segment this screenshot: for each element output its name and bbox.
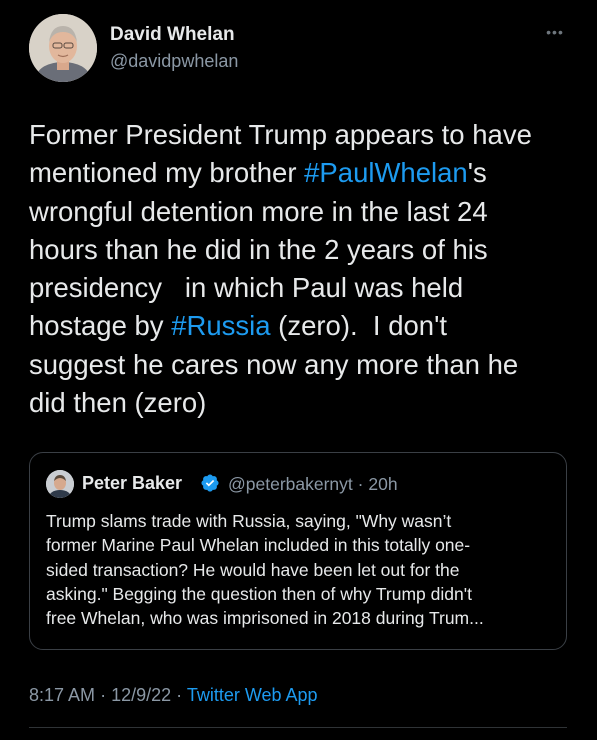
- tweet-source-app[interactable]: Twitter Web App: [187, 685, 318, 705]
- hashtag-link[interactable]: #Russia: [171, 310, 270, 341]
- tweet-footer: 8:17 AM · 12/9/22 · Twitter Web App: [29, 685, 318, 706]
- author-avatar-image: [29, 14, 97, 82]
- tweet-text-line: mentioned my brother #PaulWhelan's: [29, 154, 577, 192]
- verified-badge-icon: [201, 474, 219, 492]
- quoted-tweet-text: Trump slams trade with Russia, saying, "…: [46, 509, 556, 630]
- tweet-text-segment: hostage by: [29, 310, 172, 342]
- quoted-meta: @peterbakernyt · 20h: [228, 474, 398, 495]
- quoted-text-line: asking." Begging the question then of wh…: [46, 583, 472, 604]
- tweet-text-segment: Former President Trump appears to have: [29, 119, 532, 150]
- quoted-text-line: former Marine Paul Whelan included in th…: [46, 535, 471, 556]
- footer-separator: ·: [176, 685, 183, 705]
- quoted-author-handle[interactable]: @peterbakernyt: [228, 474, 353, 494]
- tweet: David Whelan @davidpwhelan ••• Former Pr…: [0, 0, 597, 740]
- author-name[interactable]: David Whelan: [110, 24, 235, 46]
- tweet-text-line: wrongful detention more in the last 24: [29, 193, 577, 231]
- more-horizontal-icon[interactable]: •••: [538, 22, 572, 42]
- divider: [29, 727, 567, 728]
- tweet-text-line: Former President Trump appears to have: [29, 116, 577, 154]
- tweet-time[interactable]: 8:17 AM: [29, 685, 95, 705]
- tweet-text-segment: mentioned my brother: [29, 157, 305, 189]
- quoted-text-line: sided transaction? He would have been le…: [46, 559, 460, 580]
- tweet-date[interactable]: 12/9/22: [111, 685, 171, 705]
- tweet-text-line: did then (zero): [29, 384, 577, 422]
- author-avatar[interactable]: [29, 14, 97, 82]
- quoted-tweet[interactable]: Peter Baker @peterbakernyt · 20h Trump s…: [29, 452, 567, 650]
- tweet-text-line: presidency in which Paul was held: [29, 269, 577, 307]
- tweet-text: Former President Trump appears to have me…: [29, 116, 577, 422]
- quoted-text-line: Trump slams trade with Russia, saying, "…: [46, 511, 452, 531]
- quoted-tweet-age[interactable]: 20h: [368, 474, 397, 494]
- tweet-text-line: hours than he did in the 2 years of his: [29, 231, 577, 269]
- footer-separator: ·: [100, 685, 107, 705]
- quoted-author-avatar[interactable]: [46, 470, 74, 498]
- quoted-avatar-image: [46, 470, 74, 498]
- tweet-text-segment: hours than he did in the 2 years of his: [29, 233, 488, 265]
- author-handle[interactable]: @davidpwhelan: [110, 51, 238, 72]
- tweet-text-segment: presidency in which Paul was held: [29, 272, 464, 304]
- tweet-text-segment: wrongful detention more in the last 24: [29, 195, 488, 227]
- tweet-text-segment: 's: [467, 157, 487, 189]
- quoted-text-line: free Whelan, who was imprisoned in 2018 …: [46, 608, 484, 629]
- tweet-text-line: suggest he cares now any more than he: [29, 346, 577, 384]
- hashtag-link[interactable]: #PaulWhelan: [304, 157, 468, 188]
- quoted-author-name[interactable]: Peter Baker: [82, 473, 182, 494]
- tweet-text-segment: (zero). I don't: [270, 310, 447, 342]
- tweet-text-line: hostage by #Russia (zero). I don't: [29, 307, 577, 345]
- tweet-text-segment: did then (zero): [29, 387, 207, 419]
- meta-separator: ·: [357, 474, 364, 494]
- tweet-text-segment: suggest he cares now any more than he: [29, 348, 519, 380]
